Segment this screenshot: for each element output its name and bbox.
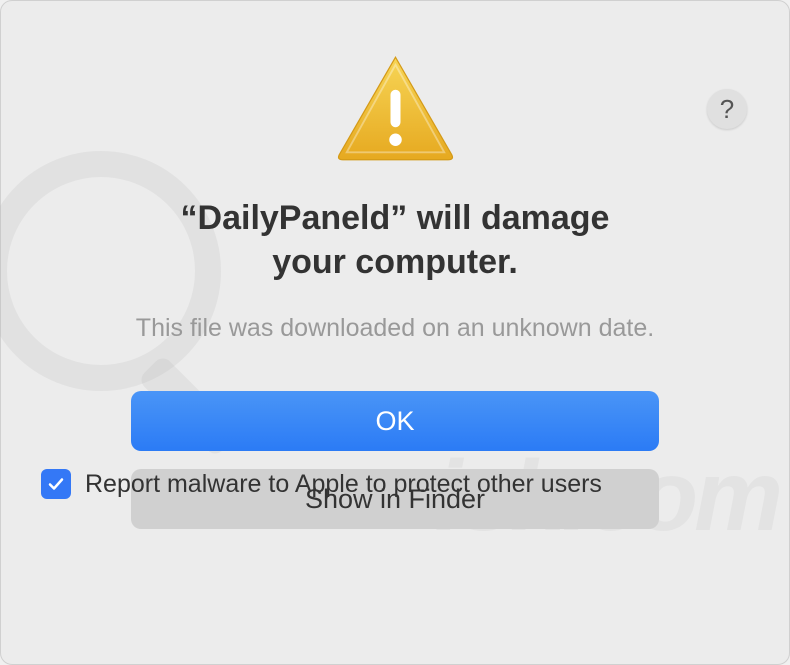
- button-group: OK Show in Finder: [1, 391, 789, 529]
- report-malware-row: Report malware to Apple to protect other…: [41, 469, 602, 499]
- checkmark-icon: [46, 474, 66, 494]
- report-malware-label: Report malware to Apple to protect other…: [85, 470, 602, 499]
- alert-dialog: isk.com ? “DailyPaneld” will damage your…: [0, 0, 790, 665]
- dialog-title-line2: your computer.: [61, 240, 729, 284]
- report-malware-checkbox[interactable]: [41, 469, 71, 499]
- help-icon: ?: [720, 94, 734, 125]
- ok-button[interactable]: OK: [131, 391, 659, 451]
- dialog-subtitle: This file was downloaded on an unknown d…: [1, 314, 789, 343]
- dialog-title: “DailyPaneld” will damage your computer.: [1, 196, 789, 284]
- help-button[interactable]: ?: [707, 89, 747, 129]
- dialog-title-line1: “DailyPaneld” will damage: [61, 196, 729, 240]
- warning-icon: [333, 51, 458, 166]
